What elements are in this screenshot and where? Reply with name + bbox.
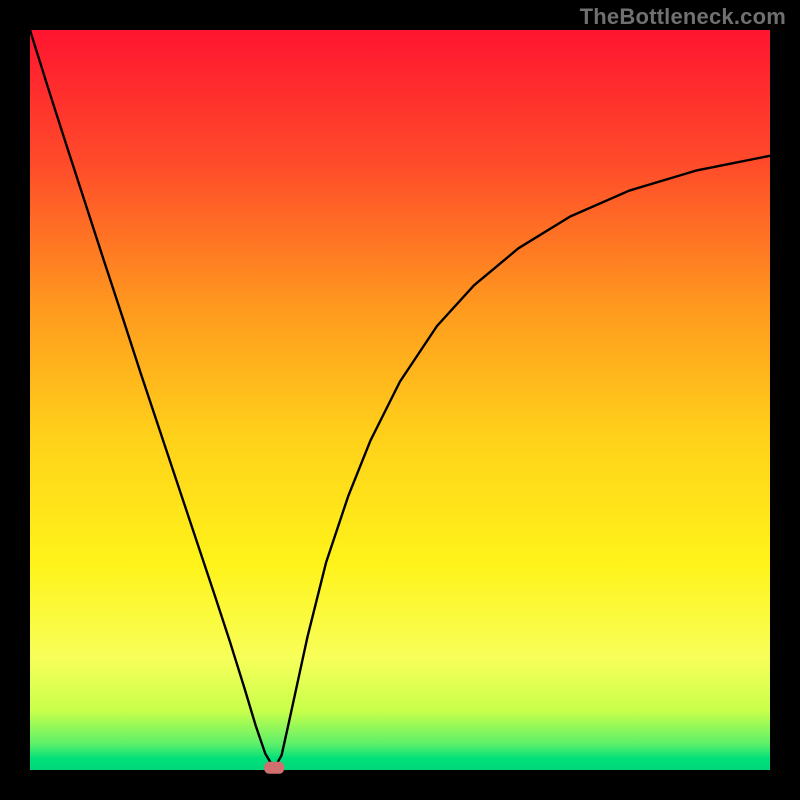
watermark-text: TheBottleneck.com	[580, 4, 786, 30]
bottleneck-chart	[0, 0, 800, 800]
chart-stage: TheBottleneck.com	[0, 0, 800, 800]
plot-background	[30, 30, 770, 770]
optimal-marker	[264, 762, 284, 774]
